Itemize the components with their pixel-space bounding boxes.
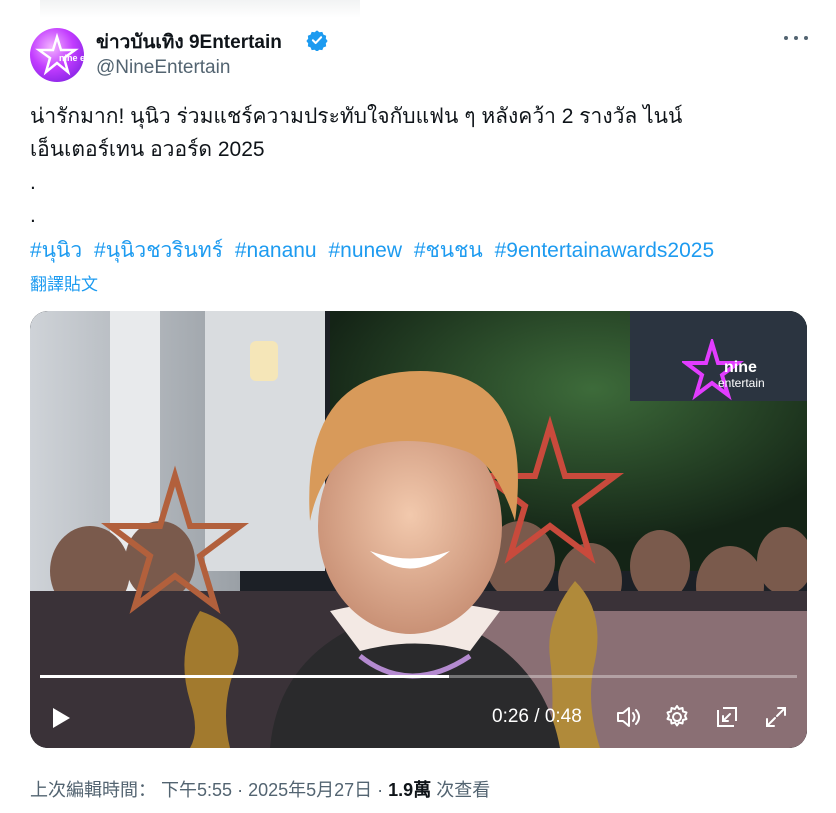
- views-label: 次查看: [436, 780, 491, 800]
- watermark-nine: nine: [724, 359, 757, 376]
- hashtag-link[interactable]: #ชนชน: [414, 239, 483, 262]
- nine-entertain-watermark: nine entertain: [682, 339, 765, 401]
- hashtag-link[interactable]: #นุนิวชวรินทร์: [94, 239, 223, 262]
- video-player[interactable]: nine entertain 0:26 / 0:48: [30, 311, 807, 748]
- video-time: 0:26 / 0:48: [492, 706, 582, 727]
- edited-label[interactable]: 上次編輯時間：: [30, 780, 156, 800]
- nine-entertain-logo: nine entertain: [35, 32, 84, 76]
- tweet-line: .: [30, 204, 36, 227]
- play-icon[interactable]: [50, 706, 72, 730]
- hashtag-link[interactable]: #nunew: [328, 239, 402, 262]
- more-horizontal-icon[interactable]: [784, 28, 808, 48]
- tweet-text: น่ารักมาก! นุนิว ร่วมแชร์ความประทับใจกับ…: [30, 100, 800, 232]
- views-count: 1.9萬: [388, 780, 432, 800]
- video-progress-bar[interactable]: [40, 675, 797, 678]
- hashtag-link[interactable]: #nananu: [235, 239, 317, 262]
- scroll-fade: [40, 0, 360, 18]
- tweet-line: เอ็นเตอร์เทน อวอร์ด 2025: [30, 138, 265, 161]
- avatar[interactable]: nine entertain: [30, 28, 84, 82]
- settings-icon[interactable]: [664, 704, 690, 730]
- fullscreen-icon[interactable]: [763, 704, 789, 730]
- hashtag-list: #นุนิว #นุนิวชวรินทร์ #nananu #nunew #ชน…: [30, 234, 720, 267]
- tweet-line: น่ารักมาก! นุนิว ร่วมแชร์ความประทับใจกับ…: [30, 105, 683, 128]
- tweet-meta: 上次編輯時間： 下午5:55 · 2025年5月27日 · 1.9萬 次查看: [30, 780, 491, 800]
- translate-post-link[interactable]: 翻譯貼文: [30, 270, 98, 295]
- tweet-date[interactable]: 2025年5月27日: [248, 780, 372, 800]
- avatar-text: nine entertain: [59, 53, 84, 63]
- watermark-entertain: entertain: [718, 376, 765, 390]
- hashtag-link[interactable]: #นุนิว: [30, 239, 82, 262]
- tweet-line: .: [30, 171, 36, 194]
- video-progress-fill: [40, 675, 449, 678]
- handle[interactable]: @NineEntertain: [96, 57, 230, 79]
- volume-icon[interactable]: [615, 704, 641, 730]
- verified-badge-icon: [306, 30, 328, 51]
- display-name[interactable]: ข่าวบันเทิง 9Entertain: [96, 27, 282, 57]
- hashtag-link[interactable]: #9entertainawards2025: [495, 239, 715, 262]
- picture-in-picture-icon[interactable]: [714, 704, 740, 730]
- tweet-time[interactable]: 下午5:55: [161, 780, 232, 800]
